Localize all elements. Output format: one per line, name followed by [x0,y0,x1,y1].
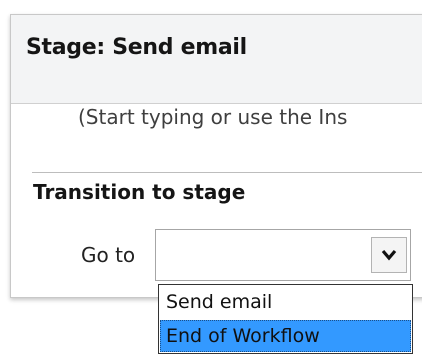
chevron-down-icon [381,246,397,265]
stage-hint-text[interactable]: (Start typing or use the Ins [78,105,347,129]
transition-section-title: Transition to stage [33,180,246,204]
stage-header: Stage: Send email [11,15,422,104]
dropdown-option-end-of-workflow[interactable]: End of Workflow [160,320,411,352]
dropdown-option-send-email[interactable]: Send email [160,286,411,318]
goto-select[interactable] [155,229,411,281]
section-divider [32,172,422,173]
stage-title: Stage: Send email [26,35,247,60]
goto-label: Go to [81,243,136,267]
goto-dropdown-button[interactable] [371,237,407,273]
goto-dropdown-list: Send email End of Workflow [158,284,413,354]
